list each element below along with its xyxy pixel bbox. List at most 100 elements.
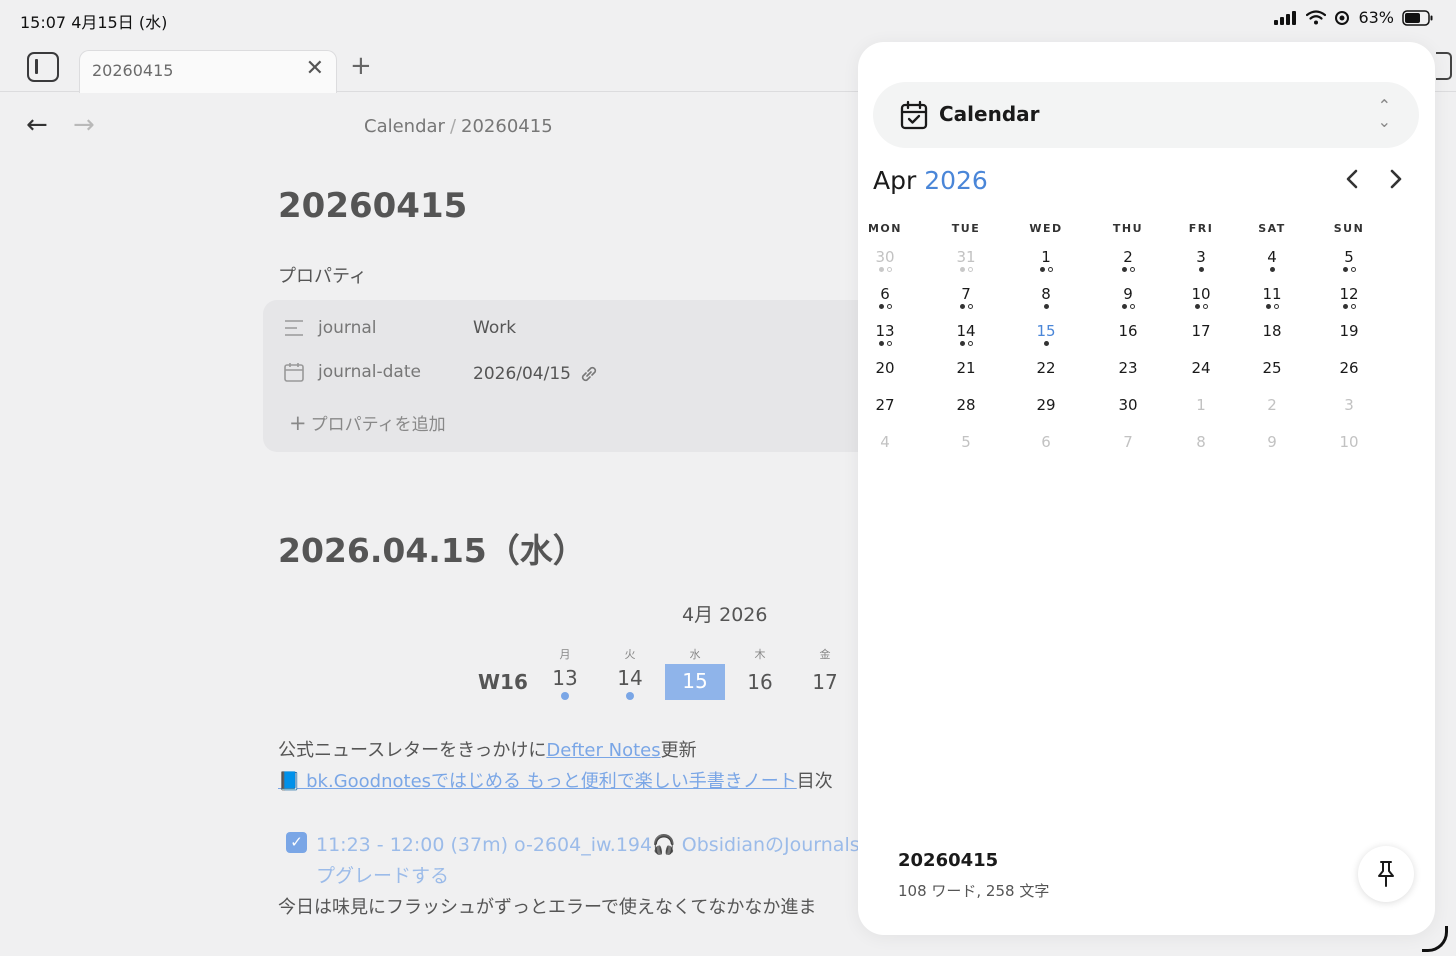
- calendar-day[interactable]: 4: [1242, 248, 1302, 266]
- note-heading[interactable]: 2026.04.15（水）: [278, 524, 586, 572]
- calendar-day[interactable]: 8: [1171, 433, 1231, 451]
- property-row-journal-date[interactable]: journal-date 2026/04/15: [283, 359, 600, 385]
- properties-label[interactable]: プロパティ: [278, 262, 367, 288]
- calendar-day[interactable]: 1: [1171, 396, 1231, 414]
- calendar-day[interactable]: 28: [936, 396, 996, 414]
- calendar-day[interactable]: 20: [858, 359, 915, 377]
- calendar-day[interactable]: 24: [1171, 359, 1231, 377]
- week-day-15[interactable]: 水 15: [665, 646, 725, 700]
- calendar-day[interactable]: 3: [1319, 396, 1379, 414]
- calendar-day[interactable]: 27: [858, 396, 915, 414]
- goodnotes-book-link[interactable]: 📘 bk.Goodnotesではじめる もっと便利で楽しい手書きノート: [278, 771, 797, 792]
- week-day-17[interactable]: 金 17: [795, 646, 855, 694]
- entry-dot-filled: [878, 267, 884, 272]
- week-day-name: 月: [559, 648, 571, 661]
- calendar-view-label: Calendar: [939, 102, 1040, 126]
- week-day-16[interactable]: 木 16: [730, 646, 790, 694]
- calendar-day[interactable]: 6: [1016, 433, 1076, 451]
- calendar-day[interactable]: 2: [1242, 396, 1302, 414]
- week-number-label[interactable]: W16: [478, 670, 528, 694]
- calendar-day[interactable]: 6: [858, 285, 915, 303]
- calendar-day[interactable]: 10: [1319, 433, 1379, 451]
- arrow-right-icon[interactable]: →: [73, 112, 95, 138]
- calendar-day[interactable]: 23: [1098, 359, 1158, 377]
- calendar-day[interactable]: 5: [1319, 248, 1379, 266]
- calendar-view-selector[interactable]: Calendar ⌃ ⌄: [873, 82, 1419, 148]
- entry-dot-filled: [1269, 267, 1275, 272]
- arrow-left-icon[interactable]: ←: [26, 112, 48, 138]
- entry-dot-outline: [1273, 304, 1279, 309]
- calendar-day[interactable]: 2: [1098, 248, 1158, 266]
- add-property-button[interactable]: + プロパティを追加: [289, 410, 446, 435]
- calendar-year[interactable]: 2026: [924, 166, 988, 195]
- pin-button[interactable]: [1358, 846, 1414, 902]
- day-entry-dots: [858, 304, 915, 309]
- property-value[interactable]: 2026/04/15: [473, 364, 571, 384]
- day-entry-dots: [1242, 304, 1302, 309]
- weekday-header: FRI: [1188, 222, 1214, 235]
- calendar-day[interactable]: 26: [1319, 359, 1379, 377]
- week-day-name: 水: [689, 648, 701, 661]
- week-day-14[interactable]: 火 14: [600, 646, 660, 700]
- link-icon[interactable]: [578, 363, 600, 385]
- plus-icon[interactable]: +: [350, 53, 372, 79]
- task-text-line-2[interactable]: プグレードする: [316, 861, 449, 888]
- entry-dot-outline: [967, 304, 973, 309]
- calendar-day[interactable]: 9: [1242, 433, 1302, 451]
- calendar-day[interactable]: 7: [936, 285, 996, 303]
- calendar-day[interactable]: 30: [1098, 396, 1158, 414]
- calendar-day[interactable]: 16: [1098, 322, 1158, 340]
- calendar-day[interactable]: 1: [1016, 248, 1076, 266]
- entry-dot-outline: [886, 341, 892, 346]
- calendar-day[interactable]: 17: [1171, 322, 1231, 340]
- defter-notes-link[interactable]: Defter Notes: [546, 740, 660, 761]
- entry-dot-filled: [959, 304, 965, 309]
- calendar-day[interactable]: 8: [1016, 285, 1076, 303]
- body-text: 更新: [660, 740, 697, 761]
- calendar-day[interactable]: 19: [1319, 322, 1379, 340]
- calendar-day[interactable]: 25: [1242, 359, 1302, 377]
- calendar-day[interactable]: 10: [1171, 285, 1231, 303]
- calendar-month-label: Apr 2026: [873, 166, 988, 195]
- focus-mode-icon: [1335, 10, 1350, 25]
- day-entry-dots: [1319, 304, 1379, 309]
- calendar-day[interactable]: 14: [936, 322, 996, 340]
- calendar-day[interactable]: 31: [936, 248, 996, 266]
- resize-handle[interactable]: [1422, 926, 1448, 952]
- calendar-day[interactable]: 11: [1242, 285, 1302, 303]
- calendar-day[interactable]: 5: [936, 433, 996, 451]
- breadcrumb-current[interactable]: 20260415: [461, 116, 553, 137]
- calendar-day[interactable]: 13: [858, 322, 915, 340]
- calendar-day[interactable]: 15: [1016, 322, 1076, 340]
- right-sidebar-toggle-icon[interactable]: [1436, 52, 1452, 80]
- note-title[interactable]: 20260415: [278, 186, 467, 226]
- task-checkbox[interactable]: ✓: [286, 832, 307, 853]
- entry-dot-filled: [1194, 304, 1200, 309]
- breadcrumb-parent[interactable]: Calendar: [364, 116, 445, 137]
- calendar-day[interactable]: 9: [1098, 285, 1158, 303]
- entry-dot-filled: [1121, 267, 1127, 272]
- calendar-day[interactable]: 12: [1319, 285, 1379, 303]
- calendar-day[interactable]: 18: [1242, 322, 1302, 340]
- chevron-right-icon[interactable]: [1388, 168, 1404, 195]
- property-value[interactable]: Work: [473, 318, 516, 338]
- calendar-day[interactable]: 22: [1016, 359, 1076, 377]
- property-row-journal[interactable]: journal Work: [283, 317, 516, 339]
- task-text-line-1[interactable]: 11:23 - 12:00 (37m) o-2604_iw.194🎧 Obsid…: [316, 830, 860, 857]
- week-day-13[interactable]: 月 13: [535, 646, 595, 700]
- calendar-day[interactable]: 4: [858, 433, 915, 451]
- calendar-day[interactable]: 29: [1016, 396, 1076, 414]
- chevron-left-icon[interactable]: [1344, 168, 1360, 195]
- calendar-day[interactable]: 21: [936, 359, 996, 377]
- calendar-day[interactable]: 3: [1171, 248, 1231, 266]
- close-icon[interactable]: ✕: [306, 58, 324, 80]
- tab-note[interactable]: 20260415 ✕: [79, 50, 337, 93]
- sidebar-toggle-icon[interactable]: [27, 52, 59, 82]
- entry-dot-filled: [1198, 267, 1204, 272]
- calendar-day[interactable]: 30: [858, 248, 915, 266]
- cellular-signal-icon: [1274, 10, 1297, 25]
- entry-dot-outline: [886, 267, 892, 272]
- calendar-day[interactable]: 7: [1098, 433, 1158, 451]
- plus-icon: +: [289, 411, 307, 435]
- day-entry-dots: [936, 267, 996, 272]
